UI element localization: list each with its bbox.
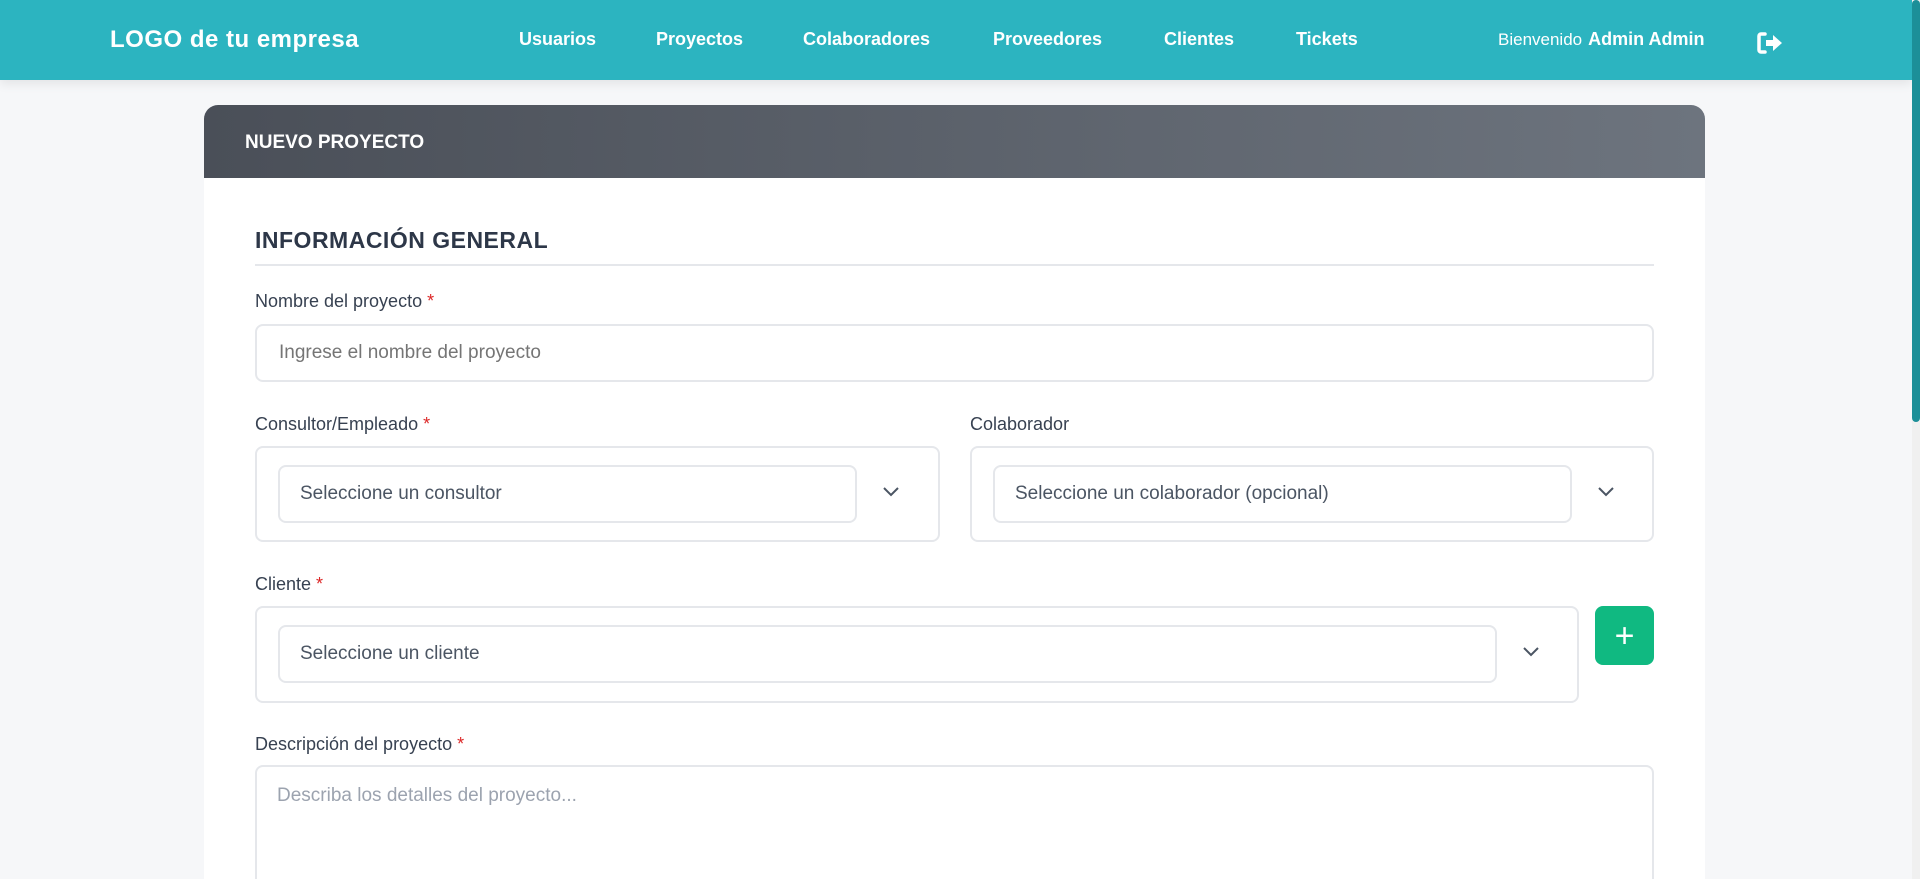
- nav-tickets[interactable]: Tickets: [1296, 29, 1358, 50]
- scrollbar-thumb[interactable]: [1912, 0, 1920, 422]
- cliente-label-text: Cliente: [255, 574, 312, 594]
- cliente-select[interactable]: Seleccione un cliente: [278, 625, 1497, 683]
- consultor-label: Consultor/Empleado *: [255, 414, 430, 435]
- top-navbar: LOGO de tu empresa Usuarios Proyectos Co…: [0, 0, 1912, 80]
- consultor-select[interactable]: Seleccione un consultor: [278, 465, 857, 523]
- consultor-select-wrapper: Seleccione un consultor: [255, 446, 940, 542]
- required-mark: *: [316, 574, 324, 594]
- descripcion-label-text: Descripción del proyecto: [255, 734, 453, 754]
- chevron-down-icon[interactable]: [1596, 484, 1616, 498]
- name-label: Nombre del proyecto *: [255, 291, 434, 312]
- nav-usuarios[interactable]: Usuarios: [519, 29, 596, 50]
- nav-clientes[interactable]: Clientes: [1164, 29, 1234, 50]
- required-mark: *: [423, 414, 431, 434]
- required-mark: *: [457, 734, 465, 754]
- name-label-text: Nombre del proyecto: [255, 291, 423, 311]
- section-heading: INFORMACIÓN GENERAL: [255, 227, 1654, 266]
- consultor-label-text: Consultor/Empleado: [255, 414, 419, 434]
- descripcion-label: Descripción del proyecto *: [255, 734, 464, 755]
- colaborador-label: Colaborador: [970, 414, 1070, 434]
- project-name-input[interactable]: [255, 324, 1654, 382]
- colaborador-select[interactable]: Seleccione un colaborador (opcional): [993, 465, 1572, 523]
- welcome-label: Bienvenido: [1498, 30, 1583, 49]
- cliente-select-wrapper: Seleccione un cliente: [255, 606, 1579, 703]
- chevron-down-icon[interactable]: [881, 484, 901, 498]
- card-title: NUEVO PROYECTO: [204, 105, 1705, 178]
- nav-proyectos[interactable]: Proyectos: [656, 29, 743, 50]
- logout-icon[interactable]: [1756, 30, 1784, 56]
- colaborador-select-wrapper: Seleccione un colaborador (opcional): [970, 446, 1654, 542]
- welcome-text: Bienvenido Admin Admin: [1498, 29, 1704, 50]
- new-project-card: NUEVO PROYECTO INFORMACIÓN GENERAL Nombr…: [204, 105, 1705, 879]
- nav-colaboradores[interactable]: Colaboradores: [803, 29, 930, 50]
- required-mark: *: [427, 291, 435, 311]
- logo[interactable]: LOGO de tu empresa: [110, 26, 359, 54]
- nav-proveedores[interactable]: Proveedores: [993, 29, 1102, 50]
- user-name: Admin Admin: [1588, 29, 1705, 49]
- cliente-label: Cliente *: [255, 574, 323, 595]
- add-client-button[interactable]: +: [1595, 606, 1654, 665]
- chevron-down-icon[interactable]: [1521, 644, 1541, 658]
- scrollbar[interactable]: [1912, 0, 1920, 879]
- description-textarea[interactable]: [255, 765, 1654, 879]
